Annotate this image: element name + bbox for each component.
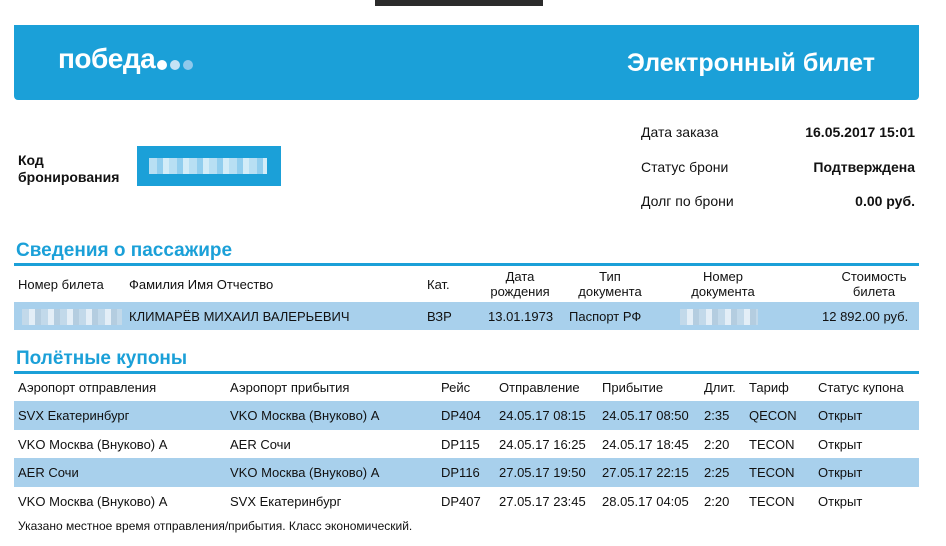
col-document-type: Тип документа xyxy=(578,269,642,299)
coupon-to: SVX Екатеринбург xyxy=(230,494,342,509)
coupon-to: AER Сочи xyxy=(230,437,291,452)
logo-dots-icon xyxy=(157,45,196,77)
redacted-booking-code xyxy=(149,158,267,174)
col-fare: Тариф xyxy=(749,380,789,395)
booking-status-label: Статус брони xyxy=(641,159,729,175)
order-date-value: 16.05.2017 15:01 xyxy=(805,124,915,140)
coupon-from: SVX Екатеринбург xyxy=(18,408,130,423)
coupon-flight: DP115 xyxy=(441,437,480,452)
coupon-from: VKO Москва (Внуково) A xyxy=(18,494,168,509)
logo-text: победа xyxy=(58,43,156,74)
coupon-flight: DP404 xyxy=(441,408,481,423)
col-departure-airport: Аэропорт отправления xyxy=(18,380,157,395)
coupon-departure: 27.05.17 19:50 xyxy=(499,465,586,480)
coupon-status: Открыт xyxy=(818,465,863,480)
coupon-arrival: 24.05.17 18:45 xyxy=(602,437,689,452)
order-date-label: Дата заказа xyxy=(641,124,719,140)
passenger-birth-date: 13.01.1973 xyxy=(488,309,554,324)
passenger-ticket-cost: 12 892.00 руб. xyxy=(822,309,909,324)
col-flight: Рейс xyxy=(441,380,471,395)
col-ticket-number: Номер билета xyxy=(18,277,104,292)
coupon-to: VKO Москва (Внуково) A xyxy=(230,408,380,423)
coupon-fare: QECON xyxy=(749,408,797,423)
window-top-bar xyxy=(375,0,543,6)
col-birth-date: Дата рождения xyxy=(490,269,550,299)
coupon-flight: DP116 xyxy=(441,465,480,480)
coupons-section-title: Полётные купоны xyxy=(16,348,188,369)
booking-code-label: Код бронирования xyxy=(18,152,120,185)
coupon-duration: 2:20 xyxy=(704,494,730,509)
passenger-section-title: Сведения о пассажире xyxy=(16,240,233,261)
coupon-status: Открыт xyxy=(818,408,863,423)
booking-code-value xyxy=(137,146,281,186)
coupon-arrival: 28.05.17 04:05 xyxy=(602,494,689,509)
coupon-to: VKO Москва (Внуково) A xyxy=(230,465,380,480)
col-departure: Отправление xyxy=(499,380,580,395)
redacted-ticket-number xyxy=(22,309,122,325)
coupon-duration: 2:25 xyxy=(704,465,730,480)
col-duration: Длит. xyxy=(704,380,736,395)
passenger-section-rule xyxy=(14,263,919,266)
debt-label: Долг по брони xyxy=(641,193,734,209)
col-category: Кат. xyxy=(427,277,450,292)
coupon-status: Открыт xyxy=(818,494,863,509)
col-arrival: Прибытие xyxy=(602,380,664,395)
page-title: Электронный билет xyxy=(627,49,875,77)
col-arrival-airport: Аэропорт прибытия xyxy=(230,380,350,395)
passenger-name: КЛИМАРЁВ МИХАИЛ ВАЛЕРЬЕВИЧ xyxy=(129,309,350,324)
coupon-departure: 27.05.17 23:45 xyxy=(499,494,586,509)
coupons-section-rule xyxy=(14,371,919,374)
booking-status-value: Подтверждена xyxy=(813,159,915,175)
pobeda-logo: победа xyxy=(58,43,196,77)
col-ticket-cost: Стоимость билета xyxy=(841,269,907,299)
coupon-fare: TECON xyxy=(749,437,795,452)
coupon-status: Открыт xyxy=(818,437,863,452)
col-coupon-status: Статус купона xyxy=(818,380,904,395)
debt-value: 0.00 руб. xyxy=(855,193,915,209)
coupon-departure: 24.05.17 08:15 xyxy=(499,408,586,423)
coupon-flight: DP407 xyxy=(441,494,481,509)
coupon-departure: 24.05.17 16:25 xyxy=(499,437,586,452)
col-document-number: Номер документа xyxy=(691,269,755,299)
ticket-header: победа Электронный билет xyxy=(14,25,919,100)
coupon-arrival: 27.05.17 22:15 xyxy=(602,465,689,480)
coupon-duration: 2:35 xyxy=(704,408,730,423)
coupon-fare: TECON xyxy=(749,494,795,509)
coupon-from: VKO Москва (Внуково) A xyxy=(18,437,168,452)
col-full-name: Фамилия Имя Отчество xyxy=(129,277,274,292)
local-time-note: Указано местное время отправления/прибыт… xyxy=(18,519,413,533)
coupon-fare: TECON xyxy=(749,465,795,480)
redacted-document-number xyxy=(680,309,758,325)
passenger-category: ВЗР xyxy=(427,309,452,324)
coupon-duration: 2:20 xyxy=(704,437,730,452)
passenger-document-type: Паспорт РФ xyxy=(569,309,642,324)
coupon-arrival: 24.05.17 08:50 xyxy=(602,408,689,423)
coupon-from: AER Сочи xyxy=(18,465,79,480)
